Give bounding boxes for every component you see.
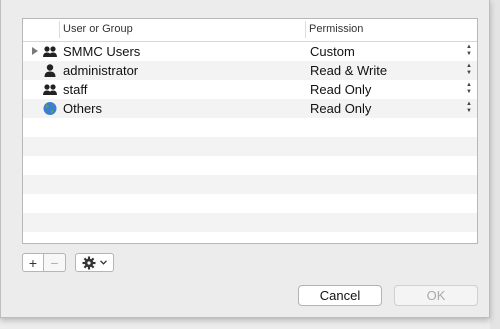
background-window-edge: [490, 0, 500, 329]
gear-icon: [82, 256, 96, 269]
header-permission[interactable]: Permission: [309, 23, 363, 35]
up-down-arrows-icon[interactable]: ▲ ▼: [465, 63, 473, 77]
group-icon: [42, 82, 58, 97]
user-or-group-name: SMMC Users: [63, 44, 141, 59]
empty-row: [23, 175, 477, 194]
table-row[interactable]: staff Read Only ▲ ▼: [23, 80, 477, 99]
permission-popup[interactable]: Read & Write: [310, 63, 387, 78]
up-down-arrows-icon[interactable]: ▲ ▼: [465, 82, 473, 96]
cancel-button[interactable]: Cancel: [298, 285, 382, 306]
table-row[interactable]: Others Read Only ▲ ▼: [23, 99, 477, 118]
header-user-or-group[interactable]: User or Group: [63, 23, 133, 35]
ok-button[interactable]: OK: [394, 285, 478, 306]
up-down-arrows-icon[interactable]: ▲ ▼: [465, 44, 473, 58]
column-separator: [59, 21, 60, 38]
table-header: User or Group Permission: [23, 19, 477, 42]
empty-row: [23, 156, 477, 175]
empty-row: [23, 213, 477, 232]
chevron-down-icon: [100, 260, 107, 265]
up-down-arrows-icon[interactable]: ▲ ▼: [465, 101, 473, 115]
remove-button[interactable]: −: [44, 253, 66, 272]
user-or-group-name: administrator: [63, 63, 139, 78]
permission-popup[interactable]: Custom: [310, 44, 355, 59]
user-or-group-name: staff: [63, 82, 88, 97]
disclosure-triangle-icon[interactable]: [32, 47, 38, 55]
column-separator: [305, 21, 306, 38]
table-body: SMMC Users Custom ▲ ▼ administrator Read & Wr…: [23, 42, 477, 243]
table-row[interactable]: SMMC Users Custom ▲ ▼: [23, 42, 477, 61]
permission-popup[interactable]: Read Only: [310, 82, 371, 97]
empty-row: [23, 118, 477, 137]
permissions-sheet: User or Group Permission SMMC Users Custo…: [0, 0, 490, 318]
table-row[interactable]: administrator Read & Write ▲ ▼: [23, 61, 477, 80]
user-icon: [42, 63, 58, 78]
empty-row: [23, 194, 477, 213]
action-menu-button[interactable]: [75, 253, 114, 272]
permission-popup[interactable]: Read Only: [310, 101, 371, 116]
permissions-table: User or Group Permission SMMC Users Custo…: [22, 18, 478, 244]
empty-row: [23, 232, 477, 243]
group-icon: [42, 44, 58, 59]
add-button[interactable]: +: [22, 253, 44, 272]
globe-icon: [42, 101, 58, 116]
empty-row: [23, 137, 477, 156]
user-or-group-name: Others: [63, 101, 103, 116]
